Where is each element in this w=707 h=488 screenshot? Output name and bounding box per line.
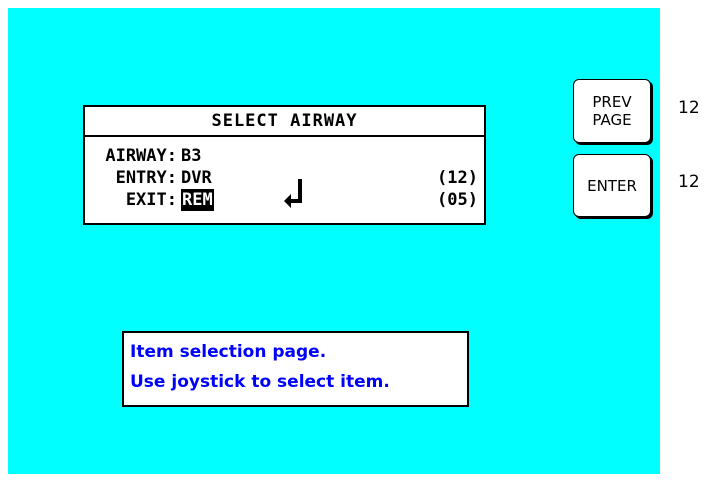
airway-row: AIRWAY: B3 [85,145,484,167]
airway-value[interactable]: B3 [181,145,201,167]
dialog-title: SELECT AIRWAY [85,107,484,137]
exit-number: (05) [437,190,478,210]
enter-button[interactable]: ENTER [573,154,651,217]
select-airway-dialog: SELECT AIRWAY AIRWAY: B3 ENTRY: DVR (12)… [83,105,486,225]
airway-label: AIRWAY: [105,146,177,166]
display-screen: SELECT AIRWAY AIRWAY: B3 ENTRY: DVR (12)… [8,8,660,474]
help-box: Item selection page. Use joystick to sel… [122,331,469,407]
prev-page-button[interactable]: PREV PAGE [573,79,651,143]
enter-number: 12 [678,172,700,192]
prev-page-number: 12 [678,98,700,118]
help-line-1: Item selection page. [130,342,327,362]
display-root: SELECT AIRWAY AIRWAY: B3 ENTRY: DVR (12)… [0,0,707,488]
help-line-2: Use joystick to select item. [130,372,390,392]
entry-value[interactable]: DVR [181,167,212,189]
entry-number: (12) [437,168,478,188]
return-arrow-icon [284,179,302,208]
entry-label: ENTRY: [115,168,177,188]
exit-label: EXIT: [125,190,177,210]
exit-value-selected[interactable]: REM [181,189,214,211]
